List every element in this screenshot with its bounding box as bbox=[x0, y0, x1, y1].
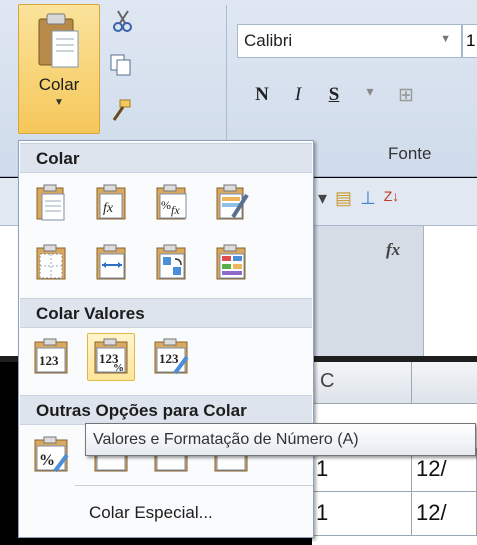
font-size-select[interactable]: 1 bbox=[462, 24, 477, 58]
paste-transpose-icon bbox=[156, 244, 186, 280]
paste-brush-icon bbox=[216, 184, 249, 220]
section-other-header: Outras Opções para Colar bbox=[20, 395, 312, 425]
paste-option-formulas-number-format[interactable]: % fx bbox=[147, 179, 195, 227]
border-icon[interactable]: ⊞ bbox=[392, 84, 420, 107]
paste-options-row-1: fx % fx bbox=[27, 179, 255, 227]
paste-option-no-borders[interactable] bbox=[27, 239, 75, 287]
italic-button[interactable]: I bbox=[284, 84, 312, 107]
svg-text:123: 123 bbox=[159, 351, 179, 366]
chevron-down-icon[interactable]: ▾ bbox=[356, 84, 384, 107]
insert-icon[interactable]: ⊥ bbox=[360, 188, 376, 209]
menu-separator bbox=[75, 485, 313, 486]
paste-option-values-source-format[interactable]: 123 bbox=[147, 333, 195, 381]
paste-special-item[interactable]: Colar Especial... bbox=[89, 503, 213, 523]
svg-text:fx: fx bbox=[103, 201, 114, 216]
scissors-icon[interactable] bbox=[110, 8, 136, 34]
sort-icon[interactable]: Z↓ bbox=[384, 188, 400, 209]
svg-text:%: % bbox=[161, 198, 171, 212]
svg-text:fx: fx bbox=[171, 203, 180, 217]
svg-text:%: % bbox=[113, 362, 124, 374]
paste-values-percent-icon: 123% bbox=[94, 338, 128, 374]
paste-options-row-2 bbox=[27, 239, 255, 287]
paste-option-formatting-only[interactable]: % bbox=[27, 431, 75, 479]
chevron-down-icon: ▼ bbox=[54, 97, 64, 108]
paste-option-values[interactable]: 123 bbox=[27, 333, 75, 381]
column-header-c[interactable]: C bbox=[312, 362, 412, 404]
paste-document-icon bbox=[36, 184, 65, 221]
column-headers: C bbox=[312, 362, 477, 404]
bold-button[interactable]: N bbox=[248, 84, 276, 107]
font-name-value: Calibri bbox=[244, 31, 293, 50]
paste-no-borders-icon bbox=[36, 244, 66, 280]
paste-label: Colar bbox=[38, 75, 80, 94]
function-icon[interactable]: fx bbox=[386, 240, 400, 260]
cell[interactable]: 12/ bbox=[412, 492, 477, 536]
paste-option-formulas[interactable]: fx bbox=[87, 179, 135, 227]
paste-options-menu: Colar fx % fx Colar Valores 123 123 % 12… bbox=[18, 140, 314, 538]
svg-text:123: 123 bbox=[39, 353, 59, 368]
chevron-down-icon[interactable]: ▾ bbox=[318, 188, 327, 209]
underline-button[interactable]: S bbox=[320, 84, 348, 107]
paste-percent-brush-icon: % bbox=[34, 436, 69, 473]
copy-icon[interactable]: ▾ bbox=[108, 52, 134, 78]
paste-formatting-icon bbox=[216, 244, 246, 280]
format-painter-icon[interactable] bbox=[108, 98, 134, 124]
svg-text:%: % bbox=[39, 452, 55, 469]
paste-formulas-percent-icon: % fx bbox=[156, 184, 187, 220]
paste-formulas-icon: fx bbox=[96, 184, 126, 220]
font-group-label: Fonte bbox=[388, 144, 432, 163]
paste-column-width-icon bbox=[96, 244, 126, 280]
paste-values-brush-icon: 123 bbox=[154, 338, 189, 375]
cell[interactable]: 1 bbox=[312, 492, 412, 536]
clipboard-icon bbox=[38, 13, 79, 68]
font-name-select[interactable]: Calibri ▼ bbox=[237, 24, 462, 58]
format-buttons: N I S ▾ ⊞ bbox=[248, 84, 420, 107]
paste-option-values-number-format[interactable]: 123% bbox=[87, 333, 135, 381]
name-box bbox=[312, 226, 424, 356]
paste-option-keep-source-format[interactable] bbox=[207, 179, 255, 227]
tooltip: Valores e Formatação de Número (A) bbox=[85, 423, 476, 456]
paste-option-paste[interactable] bbox=[27, 179, 75, 227]
paste-option-formatting[interactable] bbox=[207, 239, 255, 287]
quick-tools: ▾ ▤ ⊥ Z↓ bbox=[318, 188, 399, 209]
paste-button[interactable]: Colar ▼ bbox=[18, 4, 100, 134]
paste-values-row: 123 123% 123 bbox=[27, 333, 195, 381]
paste-option-keep-column-width[interactable] bbox=[87, 239, 135, 287]
paste-option-transpose[interactable] bbox=[147, 239, 195, 287]
section-paste-header: Colar bbox=[20, 143, 312, 173]
section-values-header: Colar Valores bbox=[20, 298, 312, 328]
paste-small-icon[interactable]: ▤ bbox=[335, 188, 352, 209]
chevron-down-icon: ▼ bbox=[440, 33, 451, 45]
paste-values-icon: 123 bbox=[34, 338, 68, 374]
